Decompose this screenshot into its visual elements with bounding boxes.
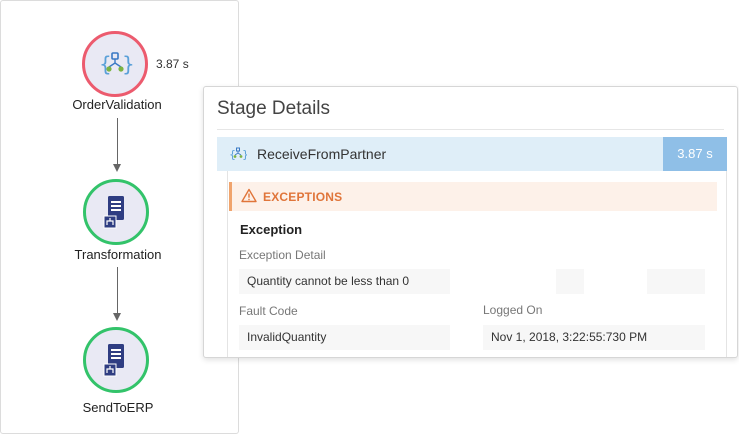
stage-details-panel: Stage Details { } ReceiveFromPartner 3.8… (203, 86, 738, 358)
stage-time-badge: 3.87 s (663, 137, 727, 171)
logged-on-field: Nov 1, 2018, 3:22:55:730 PM (483, 325, 705, 350)
flow-node-transformation[interactable] (83, 179, 149, 245)
logged-on-label: Logged On (483, 303, 543, 317)
warning-icon (241, 188, 257, 203)
exception-detail-field: Quantity cannot be less than 0 (239, 269, 450, 294)
node-label-order-validation: OrderValidation (72, 97, 162, 112)
empty-field (556, 269, 584, 294)
stage-name: ReceiveFromPartner (257, 146, 387, 162)
flow-connector (117, 267, 118, 313)
flow-connector (117, 118, 118, 164)
fault-code-field: InvalidQuantity (239, 325, 450, 350)
svg-text:}: } (242, 148, 247, 161)
arrow-down-icon (113, 164, 121, 172)
exception-detail-label: Exception Detail (239, 248, 326, 262)
node-label-send-to-erp: SendToERP (82, 400, 154, 415)
stage-row[interactable]: { } ReceiveFromPartner 3.87 s (217, 137, 727, 171)
flow-node-order-validation[interactable]: { } (82, 31, 148, 97)
arrow-down-icon (113, 313, 121, 321)
node-duration: 3.87 s (156, 57, 189, 71)
document-transform-icon (103, 196, 124, 229)
empty-field (647, 269, 705, 294)
document-transform-icon (103, 344, 124, 377)
svg-text:{: { (99, 52, 112, 76)
fault-code-label: Fault Code (239, 304, 298, 318)
exception-heading: Exception (240, 222, 303, 237)
workflow-icon: { } (99, 52, 133, 76)
divider (217, 129, 724, 130)
exceptions-banner[interactable]: EXCEPTIONS (229, 182, 717, 211)
panel-title: Stage Details (217, 98, 331, 119)
svg-text:}: } (122, 52, 133, 76)
exceptions-label: EXCEPTIONS (263, 190, 343, 204)
node-label-transformation: Transformation (74, 247, 162, 262)
workflow-icon: { } (229, 147, 247, 161)
flow-node-send-to-erp[interactable] (83, 327, 149, 393)
